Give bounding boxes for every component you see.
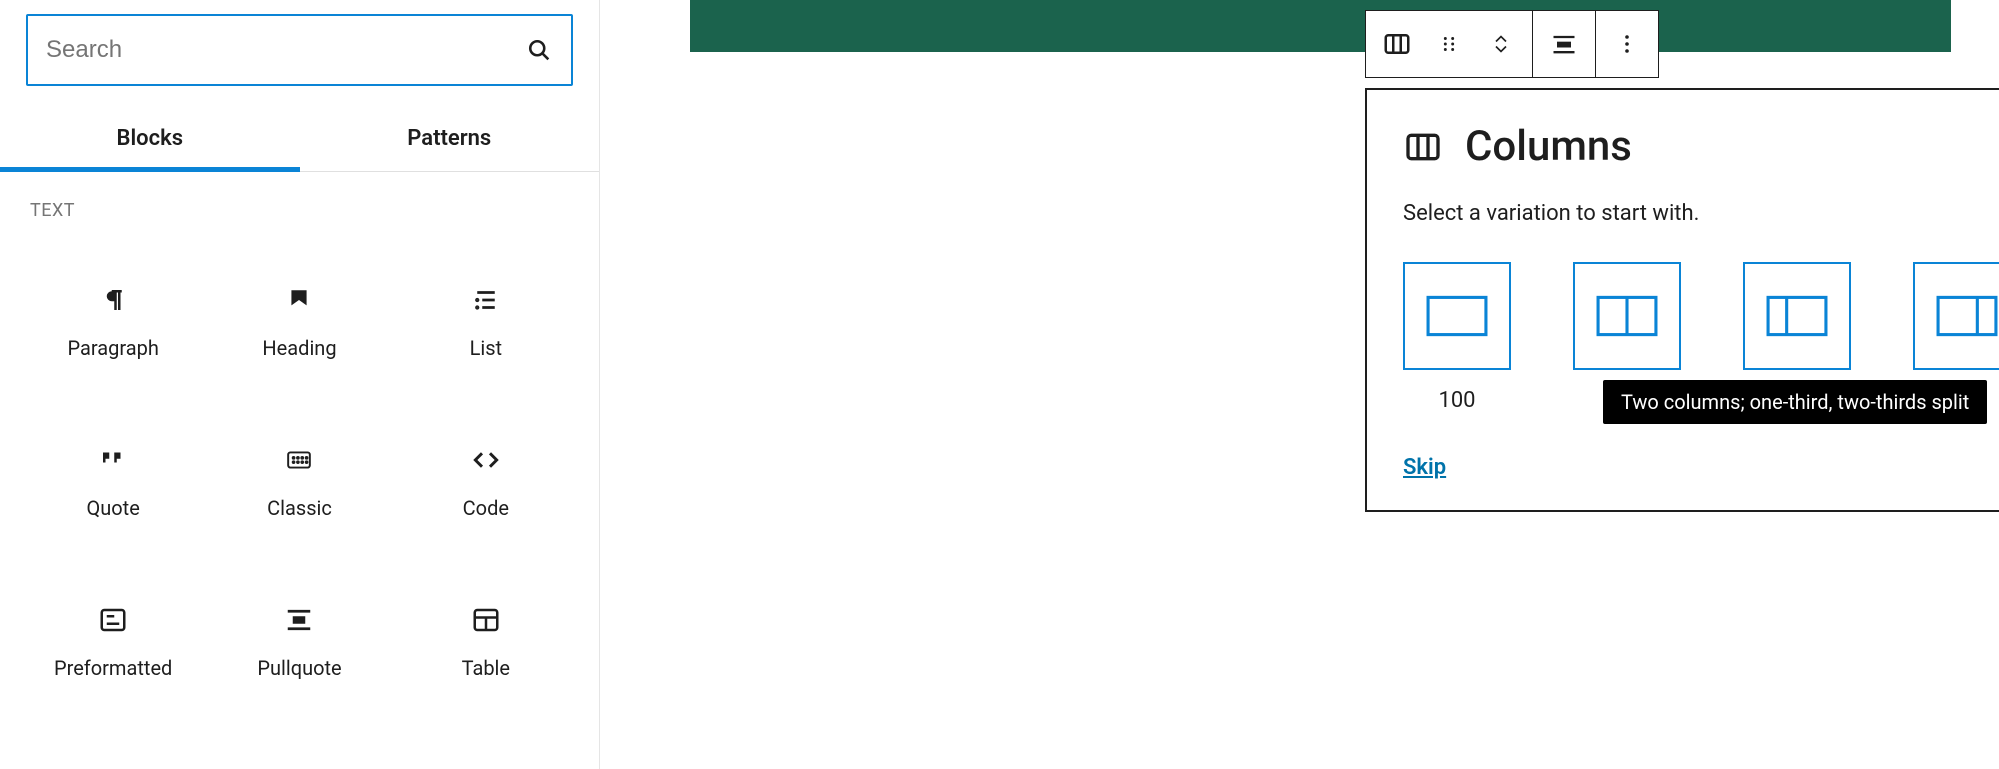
preformatted-icon (95, 602, 131, 638)
heading-icon (281, 282, 317, 318)
block-code[interactable]: Code (393, 401, 579, 561)
block-toolbar (1365, 10, 1659, 78)
search-input[interactable] (46, 36, 525, 64)
block-label: Code (463, 496, 509, 520)
block-label: Heading (262, 336, 336, 360)
skip-link-wrap: Skip (1403, 455, 1999, 480)
paragraph-icon (95, 282, 131, 318)
drag-handle[interactable] (1432, 27, 1466, 61)
block-inserter-sidebar: Blocks Patterns TEXT Paragraph Heading (0, 0, 600, 769)
move-up-down[interactable] (1484, 27, 1518, 61)
variation-tooltip: Two columns; one-third, two-thirds split (1603, 380, 1987, 424)
variation-list: 100 (1403, 262, 1999, 413)
block-heading[interactable]: Heading (206, 241, 392, 401)
tab-blocks[interactable]: Blocks (0, 112, 300, 172)
block-table[interactable]: Table (393, 561, 579, 721)
page-header-bar (690, 0, 1951, 52)
more-options-button[interactable] (1610, 27, 1644, 61)
block-preformatted[interactable]: Preformatted (20, 561, 206, 721)
search-box[interactable] (26, 14, 573, 86)
table-icon (468, 602, 504, 638)
editor-canvas: Columns Select a variation to start with… (600, 0, 1999, 769)
block-label: Preformatted (54, 656, 172, 680)
panel-description: Select a variation to start with. (1403, 201, 1999, 226)
skip-link[interactable]: Skip (1403, 455, 1446, 480)
search-icon (525, 36, 553, 64)
tab-patterns[interactable]: Patterns (300, 112, 600, 171)
panel-title: Columns (1465, 122, 1632, 171)
block-list[interactable]: List (393, 241, 579, 401)
list-icon (468, 282, 504, 318)
columns-placeholder: Columns Select a variation to start with… (1365, 88, 1999, 512)
block-label: Pullquote (257, 656, 341, 680)
inserter-tabs: Blocks Patterns (0, 112, 599, 172)
quote-icon (95, 442, 131, 478)
variation-label: 100 (1438, 388, 1475, 413)
block-quote[interactable]: Quote (20, 401, 206, 561)
pullquote-icon (281, 602, 317, 638)
block-label: List (470, 336, 503, 360)
block-label: Quote (86, 496, 139, 520)
block-grid: Paragraph Heading List Quote (0, 231, 599, 731)
code-icon (468, 442, 504, 478)
block-label: Table (462, 656, 510, 680)
block-label: Paragraph (67, 336, 158, 360)
classic-icon (281, 442, 317, 478)
columns-icon (1403, 127, 1443, 167)
block-classic[interactable]: Classic (206, 401, 392, 561)
block-pullquote[interactable]: Pullquote (206, 561, 392, 721)
align-button[interactable] (1547, 27, 1581, 61)
section-title-text: TEXT (0, 172, 599, 231)
block-paragraph[interactable]: Paragraph (20, 241, 206, 401)
block-label: Classic (267, 496, 332, 520)
variation-100[interactable]: 100 (1403, 262, 1511, 413)
block-type-button[interactable] (1380, 27, 1414, 61)
